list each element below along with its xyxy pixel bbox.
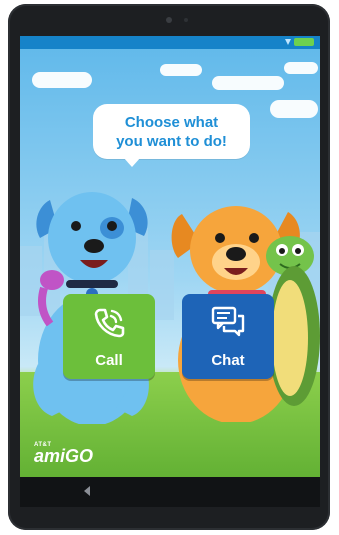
navigation-bar <box>20 477 320 507</box>
logo-product: amiGO <box>34 446 94 466</box>
headline-line-1: Choose what <box>124 114 219 131</box>
chat-button[interactable]: Chat <box>182 294 274 379</box>
headline-line-2: you want to do! <box>116 133 227 150</box>
call-button-label: Call <box>95 352 123 369</box>
battery-icon <box>294 38 314 46</box>
chat-bubbles-icon <box>211 306 245 337</box>
cloud <box>270 100 318 118</box>
cloud <box>160 64 202 76</box>
phone-icon <box>94 308 125 338</box>
speech-bubble-tail <box>123 157 141 167</box>
speech-bubble: Choose what you want to do! <box>93 104 250 167</box>
call-button[interactable]: Call <box>63 294 155 379</box>
sensor <box>184 18 188 22</box>
status-bar <box>20 36 320 49</box>
status-icons <box>285 38 314 46</box>
cloud <box>212 76 284 90</box>
cloud <box>284 62 318 74</box>
brand-logo: AT&T amiGO <box>34 442 94 466</box>
front-camera <box>166 17 172 23</box>
cloud <box>32 72 92 88</box>
wifi-icon <box>285 39 291 45</box>
chat-button-label: Chat <box>211 352 245 369</box>
back-icon[interactable] <box>84 486 90 496</box>
app-screen: Choose what you want to do! Call Chat AT… <box>20 36 320 477</box>
